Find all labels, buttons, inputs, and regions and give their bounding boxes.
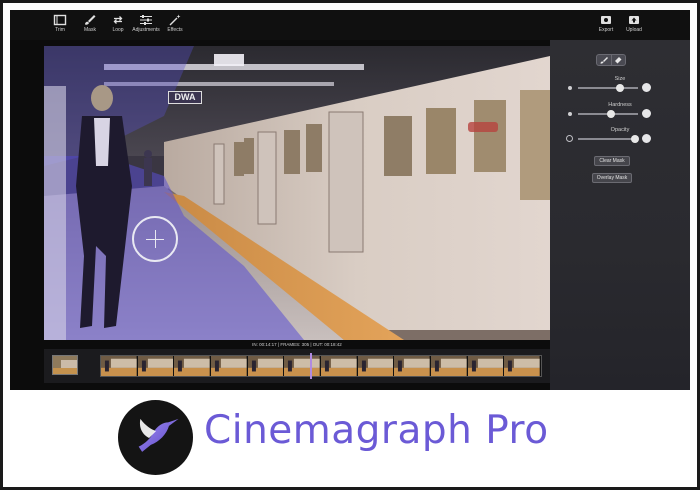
hummingbird-icon — [138, 418, 179, 452]
eraser-icon — [615, 57, 622, 64]
brush-icon — [600, 57, 608, 64]
size-slider-knob[interactable] — [616, 84, 624, 92]
upload-tool[interactable]: Upload — [616, 14, 652, 38]
upload-icon — [629, 16, 639, 24]
hardness-label: Hardness — [608, 102, 632, 108]
upload-label: Upload — [626, 27, 642, 33]
app-window: Trim Mask Loop Adjustments Effects Expor… — [10, 10, 690, 390]
filmstrip-frame — [321, 356, 358, 376]
trim-icon — [53, 14, 67, 26]
hardness-slider[interactable] — [578, 110, 638, 118]
sliders-icon — [140, 15, 152, 25]
wand-icon — [169, 14, 181, 26]
clear-mask-button[interactable]: Clear Mask — [594, 156, 630, 166]
timecode-readout: IN: 00:14:17 | FRAMES: 305 | OUT: 00:18:… — [252, 342, 342, 347]
loop-icon — [113, 16, 123, 24]
subway-platform-frame — [44, 46, 550, 340]
size-max-dot — [642, 83, 651, 92]
paint-mode-option[interactable] — [597, 55, 611, 65]
size-min-dot — [568, 86, 572, 90]
app-logo — [118, 400, 193, 475]
filmstrip-frame — [394, 356, 432, 376]
filmstrip-frame — [211, 356, 248, 376]
filmstrip[interactable] — [100, 355, 542, 377]
timeline — [44, 349, 550, 383]
brush-icon — [85, 15, 96, 25]
mask-brush-cursor[interactable] — [132, 216, 178, 262]
brush-eraser-toggle[interactable] — [596, 54, 626, 66]
app-name: Cinemagraph Pro — [204, 408, 549, 453]
filmstrip-frame — [137, 356, 175, 376]
filmstrip-frame — [504, 356, 541, 376]
hardness-max-dot — [642, 109, 651, 118]
size-label: Size — [614, 76, 626, 82]
filmstrip-frame — [174, 356, 212, 376]
hardness-min-dot — [568, 112, 572, 116]
filmstrip-frame — [357, 356, 395, 376]
clip-thumbnail[interactable] — [52, 355, 78, 375]
effects-tool[interactable]: Effects — [157, 14, 193, 38]
opacity-label: Opacity — [610, 127, 630, 133]
filmstrip-frame — [101, 356, 138, 376]
filmstrip-frame — [431, 356, 468, 376]
mask-settings-panel: Size Hardness Opacity Clear Mask Overlay… — [550, 40, 690, 390]
video-canvas[interactable]: DWA — [44, 46, 550, 340]
filmstrip-frame — [284, 356, 322, 376]
effects-label: Effects — [167, 27, 183, 33]
opacity-slider-knob[interactable] — [631, 135, 639, 143]
hardness-slider-knob[interactable] — [607, 110, 615, 118]
size-slider[interactable] — [578, 84, 638, 92]
toolbar: Trim Mask Loop Adjustments Effects Expor… — [10, 10, 690, 40]
erase-mode-option[interactable] — [610, 55, 626, 65]
playhead[interactable] — [310, 353, 312, 379]
overlay-mask-button[interactable]: Overlay Mask — [592, 173, 632, 183]
filmstrip-frame — [247, 356, 285, 376]
station-sign-text: DWA — [174, 92, 196, 102]
export-icon — [601, 16, 611, 24]
opacity-max-dot — [642, 134, 651, 143]
clip-thumbnail-image — [53, 356, 77, 374]
station-sign: DWA — [168, 91, 202, 104]
opacity-slider[interactable] — [578, 135, 639, 143]
filmstrip-frame — [467, 356, 505, 376]
opacity-min-dot — [566, 135, 573, 142]
